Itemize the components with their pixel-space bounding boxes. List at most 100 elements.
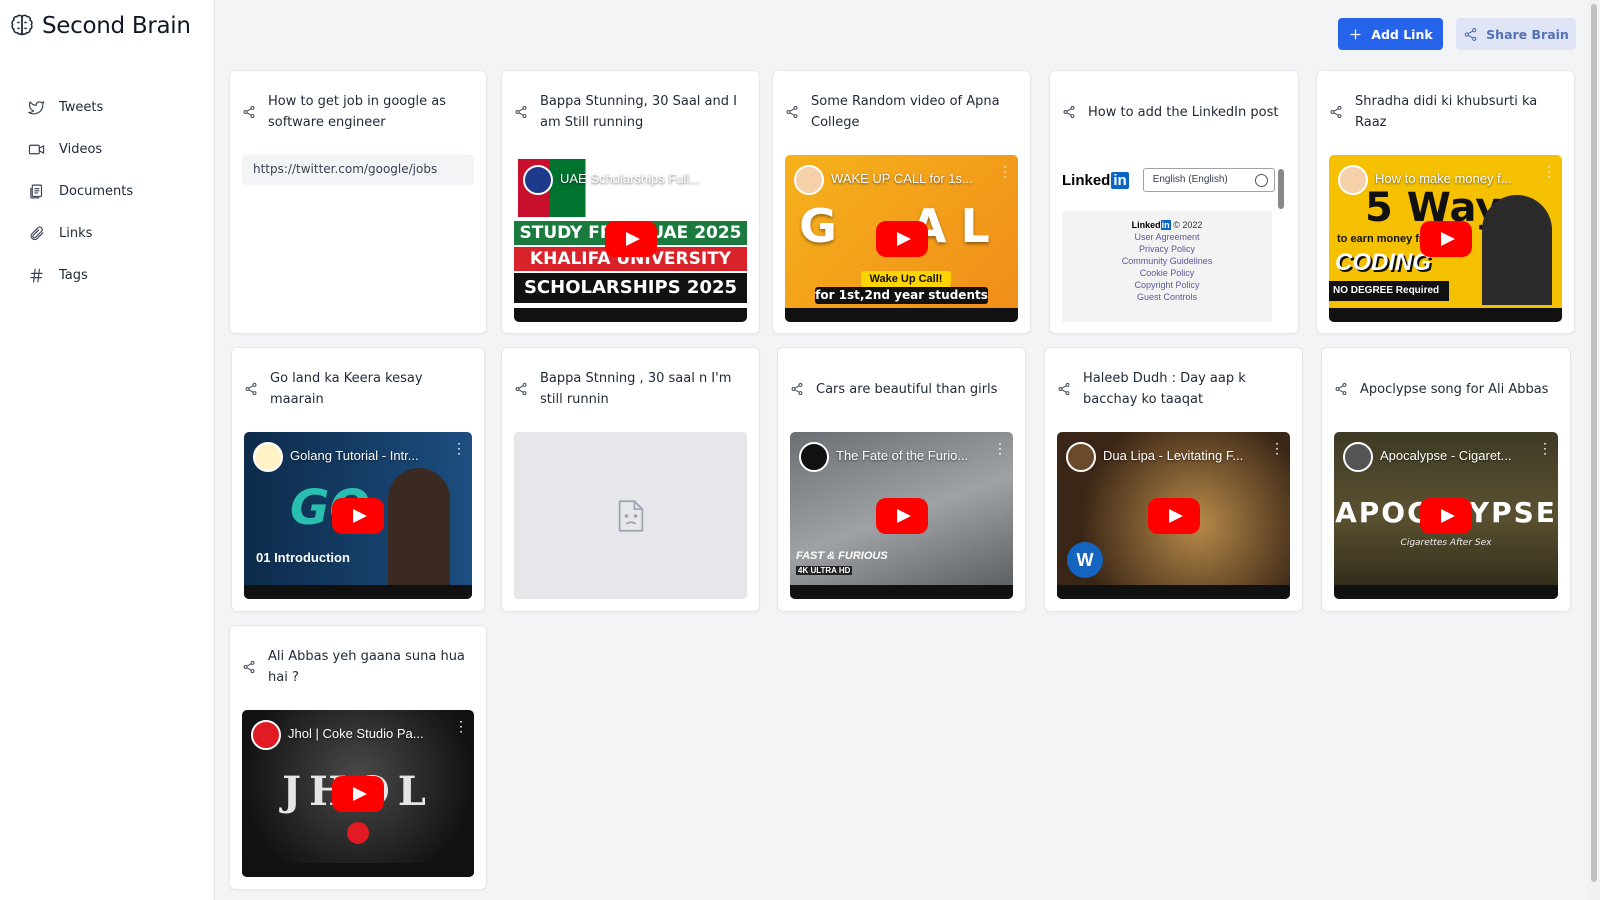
play-button[interactable]: [875, 497, 928, 534]
footer-link[interactable]: Cookie Policy: [1062, 267, 1272, 279]
share-icon[interactable]: [242, 105, 256, 119]
coke-studio-logo: [347, 822, 369, 844]
scrollbar-thumb[interactable]: [1278, 169, 1284, 209]
sidebar-item-label: Videos: [59, 141, 103, 157]
content-card: Apoclypse song for Ali Abbas APOCALYPSE …: [1321, 347, 1571, 612]
video-embed[interactable]: 5 Ways to earn money from CODING NO DEGR…: [1329, 155, 1562, 322]
sidebar-item-label: Tweets: [59, 99, 104, 115]
share-icon[interactable]: [790, 382, 804, 396]
more-options-icon[interactable]: ⋮: [1542, 164, 1556, 178]
card-header: How to get job in google as software eng…: [242, 83, 474, 141]
sidebar-item-videos[interactable]: Videos: [28, 128, 133, 170]
card-title: Haleeb Dudh : Day aap k bacchay ko taaqa…: [1083, 371, 1246, 407]
link-url[interactable]: https://twitter.com/google/jobs: [242, 155, 474, 185]
video-icon: [28, 144, 45, 154]
share-icon[interactable]: [242, 660, 256, 674]
video-embed[interactable]: GO 01 Introduction Golang Tutorial - Int…: [244, 432, 472, 599]
paperclip-icon: [30, 226, 44, 240]
play-button[interactable]: [875, 220, 928, 257]
channel-avatar: [253, 442, 283, 472]
play-button[interactable]: [1419, 220, 1472, 257]
sidebar-item-documents[interactable]: Documents: [28, 170, 133, 212]
play-button[interactable]: [332, 497, 384, 534]
video-bottom-bar: [242, 863, 474, 877]
play-button[interactable]: [1147, 497, 1200, 534]
share-icon[interactable]: [244, 382, 258, 396]
video-bottom-bar: [1334, 585, 1558, 599]
add-link-label: Add Link: [1371, 26, 1433, 42]
footer-link[interactable]: Guest Controls: [1062, 291, 1272, 303]
channel-avatar: [1343, 442, 1373, 472]
video-title: UAE Scholarships Full...: [560, 171, 701, 186]
more-options-icon[interactable]: ⋮: [998, 164, 1012, 178]
footer-link[interactable]: User Agreement: [1062, 231, 1272, 243]
video-embed[interactable]: JHOL Jhol | Coke Studio Pa... ⋮: [242, 710, 474, 877]
thumbnail-text: NO DEGREE Required: [1329, 281, 1449, 301]
share-icon[interactable]: [1057, 382, 1071, 396]
card-header: Shradha didi ki khubsurti ka Raaz: [1329, 83, 1562, 141]
play-button[interactable]: [604, 220, 657, 257]
hash-icon: [30, 268, 43, 282]
sidebar: Second Brain Tweets Videos Documents Lin…: [0, 0, 215, 900]
video-title: How to make money f...: [1375, 171, 1512, 186]
footer-link[interactable]: Community Guidelines: [1062, 255, 1272, 267]
linkedin-header: Linked in English (English): [1062, 155, 1286, 205]
document-icon: [30, 184, 43, 198]
card-header: Apoclypse song for Ali Abbas: [1334, 360, 1558, 418]
footer-link[interactable]: Privacy Policy: [1062, 243, 1272, 255]
card-title: How to get job in google as software eng…: [268, 94, 446, 130]
brand[interactable]: Second Brain: [8, 12, 191, 40]
channel-avatar: [1338, 165, 1368, 195]
video-embed[interactable]: FAST & FURIOUS 4K ULTRA HD The Fate of t…: [790, 432, 1013, 599]
thumbnail-text: CODING: [1335, 249, 1431, 276]
thumbnail-text: FAST & FURIOUS: [796, 550, 888, 562]
share-icon[interactable]: [785, 105, 799, 119]
play-button[interactable]: [1420, 497, 1472, 534]
more-options-icon[interactable]: ⋮: [452, 441, 466, 455]
video-embed[interactable]: STUDY FROM UAE 2025 KHALIFA UNIVERSITY S…: [514, 155, 747, 322]
linkedin-copyright: Linkedin © 2022: [1131, 220, 1203, 230]
add-link-button[interactable]: Add Link: [1338, 18, 1443, 50]
page-scrollbar[interactable]: [1588, 0, 1600, 900]
more-options-icon[interactable]: ⋮: [993, 441, 1007, 455]
video-bottom-bar: [244, 585, 472, 599]
share-icon[interactable]: [514, 382, 528, 396]
sidebar-item-links[interactable]: Links: [28, 212, 133, 254]
linkedin-logo: Linked in: [1062, 171, 1129, 189]
sidebar-item-tweets[interactable]: Tweets: [28, 86, 133, 128]
play-button[interactable]: [332, 775, 384, 812]
copyright-year: © 2022: [1173, 220, 1203, 230]
video-embed[interactable]: G AL Wake Up Call! for 1st,2nd year stud…: [785, 155, 1018, 322]
thumbnail-text: SCHOLARSHIPS 2025: [514, 273, 747, 303]
card-title: How to add the LinkedIn post: [1088, 104, 1279, 120]
share-icon[interactable]: [1329, 105, 1343, 119]
more-options-icon[interactable]: ⋮: [1538, 441, 1552, 455]
card-title: Ali Abbas yeh gaana suna hua hai ?: [268, 649, 465, 685]
video-bottom-bar: [785, 308, 1018, 322]
linkedin-embed[interactable]: Linked in English (English) Linkedin © 20…: [1062, 155, 1286, 322]
thumbnail-text: Wake Up Call!: [861, 271, 951, 287]
card-title: Bappa Stnning , 30 saal n I'm still runn…: [540, 371, 732, 407]
embed-scrollbar[interactable]: [1278, 159, 1284, 320]
video-title: Dua Lipa - Levitating F...: [1103, 448, 1244, 463]
footer-link[interactable]: Copyright Policy: [1062, 279, 1272, 291]
more-options-icon[interactable]: ⋮: [454, 719, 468, 733]
sidebar-item-tags[interactable]: Tags: [28, 254, 133, 296]
video-title: WAKE UP CALL for 1s...: [831, 171, 973, 186]
scrollbar-thumb[interactable]: [1591, 4, 1597, 882]
video-title: The Fate of the Furio...: [836, 448, 969, 463]
share-brain-button[interactable]: Share Brain: [1456, 18, 1576, 50]
language-select[interactable]: English (English): [1142, 168, 1275, 192]
brain-icon: [11, 14, 33, 36]
more-options-icon[interactable]: ⋮: [1270, 441, 1284, 455]
video-embed[interactable]: APOCALYPSE Cigarettes After Sex Apocalyp…: [1334, 432, 1558, 599]
card-header: Go land ka Keera kesay maarain: [244, 360, 472, 418]
share-icon[interactable]: [1334, 382, 1348, 396]
card-header: Bappa Stnning , 30 saal n I'm still runn…: [514, 360, 747, 418]
share-icon[interactable]: [514, 105, 528, 119]
video-embed[interactable]: W Dua Lipa - Levitating F... ⋮: [1057, 432, 1290, 599]
more-options-icon[interactable]: ⋮: [727, 164, 741, 178]
video-title: Golang Tutorial - Intr...: [290, 448, 419, 463]
card-title: Some Random video of Apna College: [811, 94, 1000, 130]
share-icon[interactable]: [1062, 105, 1076, 119]
